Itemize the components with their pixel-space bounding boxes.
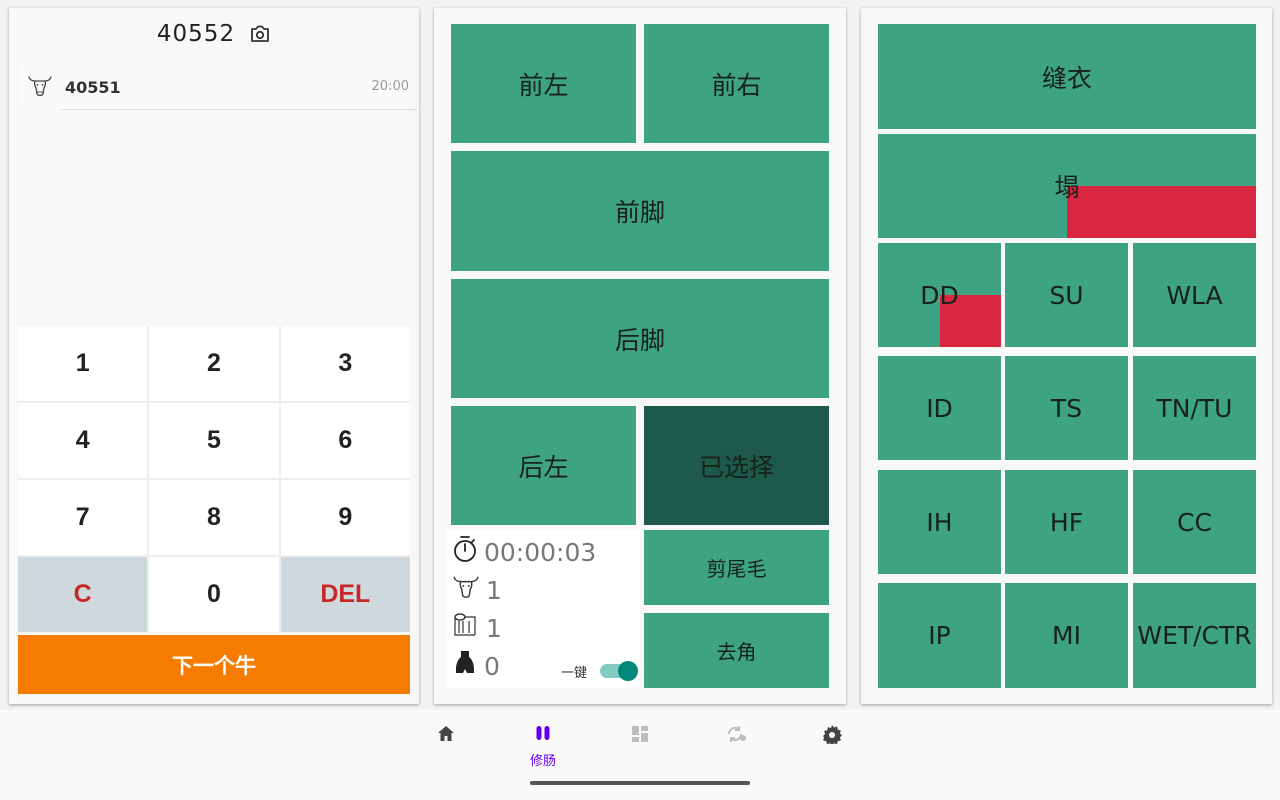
dd-button[interactable]: DD [878, 243, 1001, 347]
hoof-icon [452, 649, 478, 683]
key-8[interactable]: 8 [149, 480, 279, 555]
timer-row: 00:00:03 [452, 535, 596, 569]
selected-button[interactable]: 已选择 [644, 406, 829, 525]
hf-label: HF [1049, 507, 1084, 537]
roll-count-value: 1 [486, 613, 502, 643]
key-6[interactable]: 6 [280, 403, 410, 478]
cow-count-row: 1 [452, 573, 502, 607]
front-right-button[interactable]: 前右 [644, 24, 829, 143]
gesture-bar [530, 781, 750, 785]
mi-button[interactable]: MI [1005, 583, 1128, 688]
entry-cow-id: 40551 [65, 78, 121, 97]
front-right-label: 前右 [711, 70, 762, 100]
camera-icon[interactable] [249, 23, 271, 45]
wet-ctr-button[interactable]: WET/CTR [1133, 583, 1256, 688]
id-label: ID [926, 393, 953, 423]
nav-sync[interactable] [707, 724, 767, 774]
settings-icon [822, 724, 842, 748]
rear-left-button[interactable]: 后左 [451, 406, 636, 525]
paper-roll-icon [452, 611, 480, 645]
pause-icon [533, 724, 553, 748]
key-3[interactable]: 3 [280, 326, 410, 401]
one-key-label: 一键 [561, 666, 588, 681]
wet-ctr-label: WET/CTR [1137, 621, 1252, 650]
sew-label: 缝衣 [1041, 63, 1092, 93]
selected-label: 已选择 [698, 452, 774, 482]
roll-count-row: 1 [452, 611, 502, 645]
mi-label: MI [1052, 621, 1081, 650]
collapse-button[interactable]: 塌 [878, 134, 1256, 238]
key-4[interactable]: 4 [18, 403, 148, 478]
clear-button[interactable]: C [18, 557, 148, 632]
divider [61, 109, 417, 110]
ts-label: TS [1050, 393, 1083, 423]
wla-label: WLA [1166, 280, 1223, 310]
key-0[interactable]: 0 [149, 557, 279, 632]
toggle-knob [618, 661, 638, 681]
rear-feet-label: 后脚 [614, 325, 665, 355]
current-cow-header: 40552 [9, 8, 419, 60]
hoof-count-row: 0 [452, 649, 500, 683]
flag-marker [1067, 186, 1256, 238]
nav-home[interactable] [416, 724, 476, 774]
hf-button[interactable]: HF [1005, 470, 1128, 574]
stats-box: 00:00:03 1 1 0 一键 [446, 530, 640, 688]
bottom-navigation: 修肠 [0, 710, 1280, 800]
key-2[interactable]: 2 [149, 326, 279, 401]
collapse-label: 塌 [1054, 173, 1080, 202]
tntu-button[interactable]: TN/TU [1133, 356, 1256, 460]
nav-dashboard[interactable] [610, 724, 670, 774]
cow-icon [27, 74, 53, 98]
ih-button[interactable]: IH [878, 470, 1001, 574]
trim-tail-button[interactable]: 剪尾毛 [644, 530, 829, 605]
rear-feet-button[interactable]: 后脚 [451, 279, 829, 398]
rear-left-label: 后左 [518, 452, 569, 482]
front-feet-button[interactable]: 前脚 [451, 151, 829, 271]
dehorn-label: 去角 [716, 640, 757, 664]
tntu-label: TN/TU [1156, 393, 1233, 423]
dd-label: DD [920, 280, 959, 310]
su-button[interactable]: SU [1005, 243, 1128, 347]
hoof-count-value: 0 [484, 651, 500, 681]
nav-trim-label: 修肠 [529, 754, 556, 769]
sew-button[interactable]: 缝衣 [878, 24, 1256, 129]
timer-value: 00:00:03 [484, 537, 597, 567]
keypad-panel: 40552 40551 20:00 1 2 3 4 5 6 7 8 9 C 0 … [9, 8, 419, 704]
cc-button[interactable]: CC [1133, 470, 1256, 574]
operations-panel: 前左 前右 前脚 后脚 后左 已选择 剪尾毛 去角 00:00:03 1 1 0… [434, 8, 846, 704]
cow-count-value: 1 [486, 575, 502, 605]
current-cow-id: 40552 [156, 21, 236, 47]
front-left-label: 前左 [518, 70, 569, 100]
ih-label: IH [926, 507, 953, 537]
delete-button[interactable]: DEL [280, 557, 410, 632]
cc-label: CC [1177, 507, 1212, 537]
next-cow-button[interactable]: 下一个牛 [18, 635, 410, 694]
trim-tail-label: 剪尾毛 [706, 557, 767, 581]
numeric-keypad: 1 2 3 4 5 6 7 8 9 C 0 DEL [18, 326, 410, 632]
one-key-toggle[interactable] [600, 661, 638, 681]
list-item[interactable]: 40551 20:00 [19, 64, 417, 110]
wla-button[interactable]: WLA [1133, 243, 1256, 347]
ip-label: IP [928, 621, 951, 650]
nav-trim[interactable]: 修肠 [513, 724, 573, 774]
front-left-button[interactable]: 前左 [451, 24, 636, 143]
home-icon [436, 724, 456, 748]
ts-button[interactable]: TS [1005, 356, 1128, 460]
id-button[interactable]: ID [878, 356, 1001, 460]
key-9[interactable]: 9 [280, 480, 410, 555]
ip-button[interactable]: IP [878, 583, 1001, 688]
front-feet-label: 前脚 [614, 198, 665, 227]
dashboard-icon [630, 724, 650, 748]
diagnosis-panel: 缝衣 塌 DD SU WLA ID TS TN/TU IH HF CC IP M… [861, 8, 1272, 704]
dehorn-button[interactable]: 去角 [644, 613, 829, 688]
cow-icon [452, 573, 480, 607]
key-7[interactable]: 7 [18, 480, 148, 555]
entry-time: 20:00 [371, 79, 409, 94]
sync-icon [726, 724, 748, 748]
su-label: SU [1049, 280, 1084, 310]
key-5[interactable]: 5 [149, 403, 279, 478]
timer-icon [452, 535, 478, 569]
nav-settings[interactable] [802, 724, 862, 774]
key-1[interactable]: 1 [18, 326, 148, 401]
